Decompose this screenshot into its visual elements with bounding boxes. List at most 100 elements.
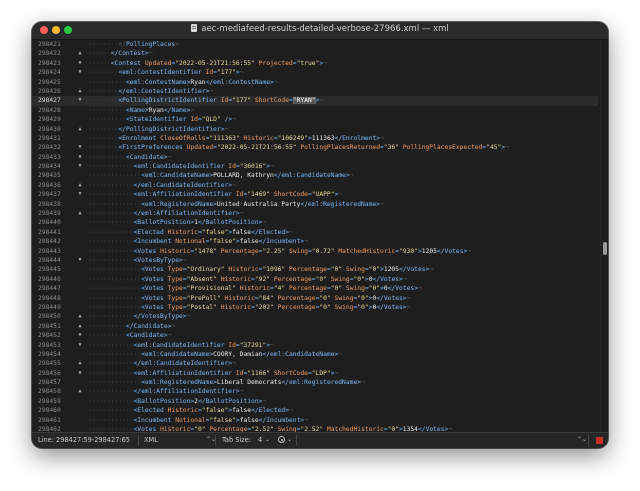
code-content[interactable]: ··············<eml:RegisteredName>Libera… bbox=[88, 378, 365, 387]
fold-collapse-icon[interactable]: ▼ bbox=[76, 331, 84, 340]
fold-collapse-icon[interactable]: ▼ bbox=[76, 369, 84, 378]
code-content[interactable]: ············</VotesByType>¬ bbox=[88, 312, 190, 321]
code-content[interactable]: ········</PollingPlaces> bbox=[88, 40, 179, 49]
code-line[interactable]: 298445 ··············<Votes Type="Ordinar… bbox=[32, 265, 598, 274]
code-content[interactable]: ········<Enrolment CloseOfRolls="111363"… bbox=[88, 134, 384, 143]
code-line[interactable]: 298426 ▲ ········</eml:ContestIdentifier>¬ bbox=[32, 87, 598, 96]
code-content[interactable]: ··············<eml:RegisteredName>United… bbox=[88, 200, 384, 209]
scrollbar-thumb[interactable] bbox=[603, 242, 607, 255]
code-content[interactable]: ············<Elected Historic="false">fa… bbox=[88, 228, 293, 237]
code-content[interactable]: ············<eml:CandidateIdentifier Id=… bbox=[88, 341, 274, 350]
fold-end-icon[interactable]: ▲ bbox=[76, 87, 84, 96]
code-line[interactable]: 298456 ▼ ············<eml:AffiliationIdent… bbox=[32, 369, 598, 378]
fold-collapse-icon[interactable]: ▼ bbox=[76, 68, 84, 77]
code-line[interactable]: 298454 ··············<eml:CandidateName>C… bbox=[32, 350, 598, 359]
code-line[interactable]: 298423 ▼ ······<Contest Updated="2022-05-2… bbox=[32, 59, 598, 68]
code-line[interactable]: 298449 ··············<Votes Type="Postal"… bbox=[32, 303, 598, 312]
code-content[interactable]: ··········<Candidate>¬ bbox=[88, 153, 171, 162]
code-content[interactable]: ··············<Votes Type="Provisional" … bbox=[88, 284, 422, 293]
code-line[interactable]: 298434 ▼ ············<eml:CandidateIdentif… bbox=[32, 162, 598, 171]
code-line[interactable]: 298421 ········</PollingPlaces> bbox=[32, 40, 598, 49]
code-content[interactable]: ········<PollingDistrictIdentifier Id="1… bbox=[88, 96, 323, 105]
code-line[interactable]: 298453 ▼ ············<eml:CandidateIdentif… bbox=[32, 341, 598, 350]
code-line[interactable]: 298443 ············<Votes Historic="1478"… bbox=[32, 247, 598, 256]
code-line[interactable]: 298451 ▲ ··········</Candidate>¬ bbox=[32, 322, 598, 331]
code-content[interactable]: ············</eml:CandidateIdentifier>¬ bbox=[88, 181, 236, 190]
code-content[interactable]: ··············<Votes Type="Ordinary" His… bbox=[88, 265, 433, 274]
tab-size-value[interactable]: 4 bbox=[258, 436, 262, 444]
code-line[interactable]: 298433 ▼ ··········<Candidate>¬ bbox=[32, 153, 598, 162]
fold-collapse-icon[interactable]: ▼ bbox=[76, 190, 84, 199]
code-content[interactable]: ······</Contest>¬ bbox=[88, 49, 152, 58]
code-line[interactable]: 298442 ············<Incumbent Notional="f… bbox=[32, 237, 598, 246]
code-content[interactable]: ········</eml:ContestIdentifier>¬ bbox=[88, 87, 213, 96]
code-line[interactable]: 298440 ············<BallotPosition>1</Bal… bbox=[32, 218, 598, 227]
code-content[interactable]: ············<eml:CandidateIdentifier Id=… bbox=[88, 162, 274, 171]
code-content[interactable]: ············<BallotPosition>2</BallotPos… bbox=[88, 397, 266, 406]
code-line[interactable]: 298461 ············<Incumbent Notional="f… bbox=[32, 416, 598, 425]
code-line[interactable]: 298435 ··············<eml:CandidateName>P… bbox=[32, 171, 598, 180]
tab-size-chevron-icon[interactable]: ⌄ bbox=[265, 436, 270, 443]
code-line[interactable]: 298432 ▼ ········<FirstPreferences Updated… bbox=[32, 143, 598, 152]
code-content[interactable]: ············<Incumbent Notional="false">… bbox=[88, 237, 308, 246]
code-line[interactable]: 298430 ▲ ········</PollingDistrictIdentifi… bbox=[32, 125, 598, 134]
code-editor[interactable]: 298421 ········</PollingPlaces> 298422 ▲ ···… bbox=[32, 40, 608, 432]
code-content[interactable]: ······<Contest Updated="2022-05-21T21:56… bbox=[88, 59, 327, 68]
code-content[interactable]: ··········<StateIdentifier Id="QLD" />¬ bbox=[88, 115, 236, 124]
code-content[interactable]: ············<Incumbent Notional="false">… bbox=[88, 416, 308, 425]
code-line[interactable]: 298460 ············<Elected Historic="fal… bbox=[32, 406, 598, 415]
code-content[interactable]: ············</eml:AffiliationIdentifier>… bbox=[88, 387, 243, 396]
code-line[interactable]: 298427 ▼ ········<PollingDistrictIdentifie… bbox=[32, 96, 598, 106]
code-content[interactable]: ··········<Name>Ryan</Name>¬ bbox=[88, 106, 194, 115]
code-line[interactable]: 298436 ▲ ············</eml:CandidateIdenti… bbox=[32, 181, 598, 190]
fold-end-icon[interactable]: ▲ bbox=[76, 49, 84, 58]
code-content[interactable]: ········</PollingDistrictIdentifier>¬ bbox=[88, 125, 228, 134]
code-content[interactable]: ········<eml:ContestIdentifier Id="177">… bbox=[88, 68, 244, 77]
symbol-updown-icon[interactable]: ⌃⌄ bbox=[577, 436, 587, 443]
code-content[interactable]: ··········<Candidate>¬ bbox=[88, 331, 171, 340]
language-selector[interactable]: XML bbox=[144, 436, 158, 444]
tab-size-label[interactable]: Tab Size: bbox=[222, 436, 251, 444]
fold-collapse-icon[interactable]: ▼ bbox=[76, 143, 84, 152]
code-content[interactable]: ··············<Votes Type="Postal" Histo… bbox=[88, 303, 410, 312]
code-content[interactable]: ············<eml:AffiliationIdentifier I… bbox=[88, 369, 338, 378]
code-content[interactable]: ··············<Votes Type="Absent" Histo… bbox=[88, 275, 407, 284]
code-line[interactable]: 298457 ··············<eml:RegisteredName>… bbox=[32, 378, 598, 387]
code-line[interactable]: 298458 ▲ ············</eml:AffiliationIden… bbox=[32, 387, 598, 396]
code-content[interactable]: ··············<Votes Type="PrePoll" Hist… bbox=[88, 294, 410, 303]
code-lines[interactable]: 298421 ········</PollingPlaces> 298422 ▲ ···… bbox=[32, 40, 598, 432]
fold-end-icon[interactable]: ▲ bbox=[76, 209, 84, 218]
fold-end-icon[interactable]: ▲ bbox=[76, 125, 84, 134]
code-line[interactable]: 298438 ··············<eml:RegisteredName>… bbox=[32, 200, 598, 209]
code-line[interactable]: 298446 ··············<Votes Type="Absent"… bbox=[32, 275, 598, 284]
code-line[interactable]: 298424 ▼ ········<eml:ContestIdentifier Id… bbox=[32, 68, 598, 77]
fold-collapse-icon[interactable]: ▼ bbox=[76, 162, 84, 171]
vertical-scrollbar[interactable] bbox=[600, 40, 608, 432]
code-line[interactable]: 298455 ▲ ············</eml:CandidateIdenti… bbox=[32, 359, 598, 368]
fold-end-icon[interactable]: ▲ bbox=[76, 359, 84, 368]
code-line[interactable]: 298439 ▲ ············</eml:AffiliationIden… bbox=[32, 209, 598, 218]
code-line[interactable]: 298428 ··········<Name>Ryan</Name>¬ bbox=[32, 106, 598, 115]
code-line[interactable]: 298429 ··········<StateIdentifier Id="QLD… bbox=[32, 115, 598, 124]
code-line[interactable]: 298462 ············<Votes Historic="0" Pe… bbox=[32, 425, 598, 432]
fold-end-icon[interactable]: ▲ bbox=[76, 181, 84, 190]
code-content[interactable]: ············<Elected Historic="false">fa… bbox=[88, 406, 293, 415]
code-content[interactable]: ············<Votes Historic="0" Percenta… bbox=[88, 425, 452, 432]
code-line[interactable]: 298452 ▼ ··········<Candidate>¬ bbox=[32, 331, 598, 340]
code-content[interactable]: ··········<eml:ContestName>Ryan</eml:Con… bbox=[88, 78, 278, 87]
code-content[interactable]: ············<eml:AffiliationIdentifier I… bbox=[88, 190, 342, 199]
fold-end-icon[interactable]: ▲ bbox=[76, 322, 84, 331]
gear-icon[interactable] bbox=[278, 436, 285, 444]
code-content[interactable]: ··········</Candidate>¬ bbox=[88, 322, 175, 331]
code-line[interactable]: 298425 ··········<eml:ContestName>Ryan</e… bbox=[32, 78, 598, 87]
code-content[interactable]: ··············<eml:CandidateName>COORY, … bbox=[88, 350, 342, 359]
code-line[interactable]: 298437 ▼ ············<eml:AffiliationIdent… bbox=[32, 190, 598, 199]
fold-collapse-icon[interactable]: ▼ bbox=[76, 96, 84, 105]
code-line[interactable]: 298431 ········<Enrolment CloseOfRolls="1… bbox=[32, 134, 598, 143]
settings-chevron-icon[interactable]: ⌄ bbox=[287, 436, 292, 443]
fold-collapse-icon[interactable]: ▼ bbox=[76, 341, 84, 350]
fold-collapse-icon[interactable]: ▼ bbox=[76, 59, 84, 68]
fold-collapse-icon[interactable]: ▼ bbox=[76, 256, 84, 265]
code-content[interactable]: ········<FirstPreferences Updated="2022-… bbox=[88, 143, 509, 152]
code-line[interactable]: 298459 ············<BallotPosition>2</Bal… bbox=[32, 397, 598, 406]
